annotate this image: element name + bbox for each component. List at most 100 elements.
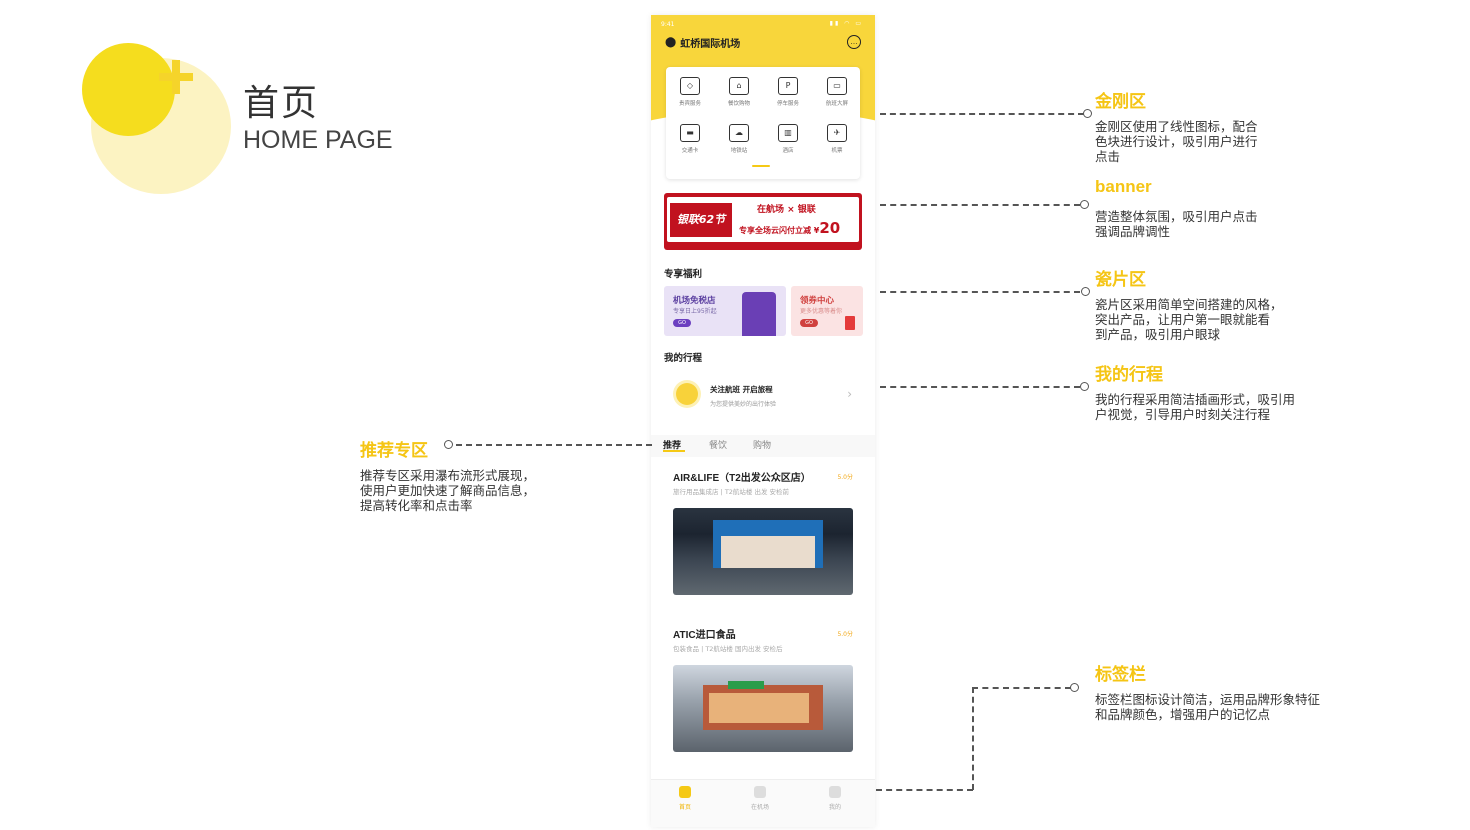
connector-line xyxy=(456,444,652,446)
red-envelope-icon xyxy=(845,316,855,330)
chevron-right-icon: › xyxy=(847,387,852,401)
section-title-trip: 我的行程 xyxy=(664,353,703,364)
user-icon xyxy=(829,786,841,798)
grid-item-flight-screen[interactable]: ▭ 航班大屏 xyxy=(817,77,857,107)
annotation-title: 标签栏 xyxy=(1095,665,1146,685)
decor-circle-yellow xyxy=(82,43,175,136)
connector-dot xyxy=(1080,382,1089,391)
grid-item-label: 贵宾服务 xyxy=(678,101,701,107)
store-icon: ⌂ xyxy=(729,77,749,95)
feed-item-photo xyxy=(673,665,853,752)
connector-line xyxy=(876,789,973,791)
feed-item[interactable]: AIR&LIFE（T2出发公众区店） 5.0分 旅行用品集成店 | T2航站楼 … xyxy=(651,461,875,611)
annotation-desc: 瓷片区采用简单空间搭建的风格， 突出产品，让用户第一眼就能看 到产品，吸引用户眼… xyxy=(1095,297,1283,342)
tile-go-button[interactable]: GO xyxy=(800,319,818,327)
connector-line xyxy=(880,113,1084,115)
diamond-icon: ◇ xyxy=(680,77,700,95)
tabbar-home[interactable]: 首页 xyxy=(665,786,705,811)
grid-item-parking[interactable]: P 停车服务 xyxy=(768,77,808,107)
annotation-desc-line: 突出产品，让用户第一眼就能看 xyxy=(1095,312,1271,327)
tab-dining[interactable]: 餐饮 xyxy=(709,438,727,451)
annotation-desc: 营造整体氛围，吸引用户点击 强调品牌调性 xyxy=(1095,209,1258,239)
annotation-desc-line: 到产品，吸引用户眼球 xyxy=(1095,327,1221,342)
tile-subtitle: 专享日上95折起 xyxy=(673,308,717,315)
weather-icon: ☁ xyxy=(729,124,749,142)
store-sign xyxy=(728,681,764,689)
tab-shopping[interactable]: 购物 xyxy=(753,438,771,451)
tile-title: 领券中心 xyxy=(800,296,835,306)
feed-item[interactable]: ATIC进口食品 5.0分 包装食品 | T2航站楼 国内出发 安检后 xyxy=(651,618,875,768)
annotation-desc-line: 我的行程采用简洁插画形式，吸引用 xyxy=(1095,392,1296,407)
tabbar-label: 首页 xyxy=(678,804,691,811)
grid-item-vip[interactable]: ◇ 贵宾服务 xyxy=(670,77,710,107)
connector-dot xyxy=(1081,287,1090,296)
active-tab-indicator xyxy=(663,450,685,452)
annotation-title: banner xyxy=(1095,177,1152,196)
connector-line xyxy=(880,291,1080,293)
home-icon xyxy=(679,786,691,798)
tabbar-airport[interactable]: 在机场 xyxy=(740,786,780,811)
status-time: 9:41 xyxy=(661,21,675,28)
grid-item-hotel[interactable]: ▥ 酒店 xyxy=(768,124,808,154)
banner-line2: 专享全场云闪付立减 ¥20 xyxy=(739,219,840,237)
shopping-bag-illustration xyxy=(742,292,776,336)
hotel-icon: ▥ xyxy=(778,124,798,142)
trip-sub-text: 为您提供美妙的出行体验 xyxy=(710,401,777,408)
grid-item-card[interactable]: ▬ 交通卡 xyxy=(670,124,710,154)
location-pin-icon: ⬤ xyxy=(665,37,677,48)
page-indicator xyxy=(752,165,770,167)
tabbar-label: 在机场 xyxy=(750,804,769,811)
feed-item-title: AIR&LIFE（T2出发公众区店） xyxy=(673,473,811,484)
grid-item-label: 停车服务 xyxy=(776,101,799,107)
tile-coupon-center[interactable]: 领券中心 更多优惠等着你 GO xyxy=(791,286,863,336)
grid-item-dining[interactable]: ⌂ 餐饮购物 xyxy=(719,77,759,107)
annotation-title: 金刚区 xyxy=(1095,92,1146,112)
connector-dot xyxy=(444,440,453,449)
banner-amount: 20 xyxy=(819,219,841,237)
tabbar-mine[interactable]: 我的 xyxy=(815,786,855,811)
promo-banner[interactable]: 银联62节 在航场 × 银联 专享全场云闪付立减 ¥20 xyxy=(664,193,862,250)
tabbar-label: 我的 xyxy=(828,804,841,811)
store-goods xyxy=(709,693,809,723)
annotation-desc-line: 户视觉，引导用户时刻关注行程 xyxy=(1095,407,1271,422)
connector-line xyxy=(880,386,1080,388)
banner-inner: 银联62节 在航场 × 银联 专享全场云闪付立减 ¥20 xyxy=(667,197,859,242)
grid-item-ticket[interactable]: ✈ 机票 xyxy=(817,124,857,154)
feed-item-subtitle: 旅行用品集成店 | T2航站楼 出发 安检前 xyxy=(673,488,790,496)
page-subtitle: HOME PAGE xyxy=(243,126,393,154)
feed-item-score: 5.0分 xyxy=(837,474,853,481)
connector-dot xyxy=(1070,683,1079,692)
section-title-welfare: 专享福利 xyxy=(664,269,703,280)
annotation-title: 我的行程 xyxy=(1095,365,1163,385)
plane-icon: ✈ xyxy=(827,124,847,142)
parking-icon: P xyxy=(778,77,798,95)
annotation-desc-line: 使用户更加快速了解商品信息， xyxy=(360,483,536,498)
bottom-tab-bar: 首页 在机场 我的 xyxy=(651,779,875,827)
tile-duty-free[interactable]: 机场免税店 专享日上95折起 GO xyxy=(664,286,786,336)
annotation-desc-line: 瓷片区采用简单空间搭建的风格， xyxy=(1095,297,1283,312)
annotation-desc-line: 色块进行设计，吸引用户进行 xyxy=(1095,134,1258,149)
phone-mockup: 9:41 ▮▮ ◠ ▭ ⬤ 虹桥国际机场 … ◇ 贵宾服务 ⌂ 餐饮购物 P 停… xyxy=(651,15,875,827)
grid-item-label: 交通卡 xyxy=(681,148,699,154)
connector-dot xyxy=(1080,200,1089,209)
feed-item-score: 5.0分 xyxy=(837,631,853,638)
grid-item-metro[interactable]: ☁ 地铁站 xyxy=(719,124,759,154)
annotation-desc-line: 营造整体氛围，吸引用户点击 xyxy=(1095,209,1258,224)
trip-card[interactable]: 关注航班 开启旅程 为您提供美妙的出行体验 › xyxy=(664,373,862,417)
connector-line xyxy=(972,687,1071,689)
annotation-desc-line: 强调品牌调性 xyxy=(1095,224,1171,239)
grid-item-label: 机票 xyxy=(831,148,843,154)
annotation-desc-line: 金刚区使用了线性图标，配合 xyxy=(1095,119,1258,134)
location-selector[interactable]: ⬤ 虹桥国际机场 xyxy=(665,35,740,50)
annotation-desc-line: 提高转化率和点击率 xyxy=(360,498,473,513)
tile-go-button[interactable]: GO xyxy=(673,319,691,327)
connector-dot xyxy=(1083,109,1092,118)
grid-item-label: 酒店 xyxy=(782,148,794,154)
annotation-desc-line: 标签栏图标设计简洁，运用品牌形象特征 xyxy=(1095,692,1321,707)
feed-item-subtitle: 包装食品 | T2航站楼 国内出发 安检后 xyxy=(673,645,783,653)
banner-line1: 在航场 × 银联 xyxy=(757,205,816,215)
screen-icon: ▭ xyxy=(827,77,847,95)
banner-line2-prefix: 专享全场云闪付立减 ¥ xyxy=(739,226,820,235)
status-indicators: ▮▮ ◠ ▭ xyxy=(829,20,863,27)
message-icon[interactable]: … xyxy=(847,35,861,49)
